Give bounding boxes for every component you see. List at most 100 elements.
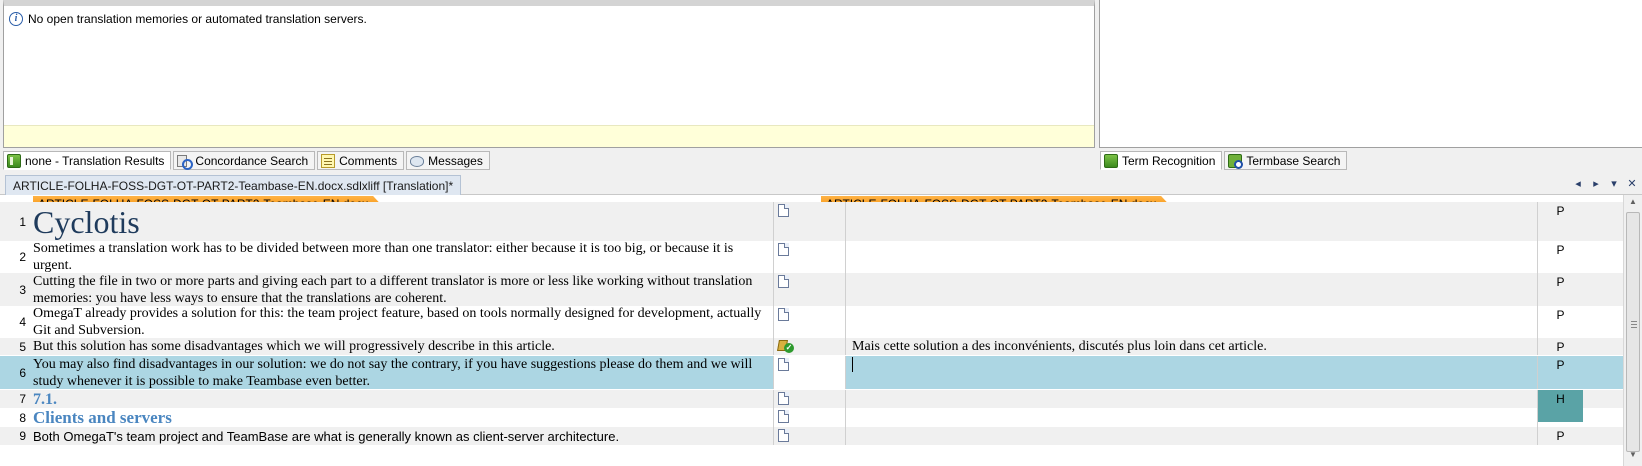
tab-term-recognition[interactable]: Term Recognition: [1100, 151, 1223, 170]
segment-number: 1: [19, 214, 26, 229]
draft-status-icon: [778, 410, 789, 423]
draft-status-icon: [778, 429, 789, 442]
translation-results-pane: i No open translation memories or automa…: [3, 0, 1095, 148]
status-cell[interactable]: [773, 390, 846, 408]
tab-termbase-search[interactable]: Termbase Search: [1224, 151, 1348, 170]
source-cell: Sometimes a translation work has to be d…: [30, 241, 773, 273]
draft-status-icon: [778, 358, 789, 371]
tab-label: Termbase Search: [1246, 153, 1341, 168]
source-cell: Clients and servers: [30, 408, 773, 427]
segment-row[interactable]: 1 Cyclotis P: [0, 202, 1623, 241]
status-cell[interactable]: [773, 273, 846, 306]
messages-icon: [410, 156, 425, 167]
segment-type: P: [1556, 275, 1565, 289]
segment-row-active[interactable]: 6 You may also find disadvantages in our…: [0, 356, 1623, 389]
segment-number: 8: [19, 410, 26, 425]
segment-number: 7: [19, 392, 26, 406]
document-list-button[interactable]: ▾: [1608, 177, 1620, 190]
editor-scrollbar[interactable]: ▲ ▼: [1623, 195, 1642, 466]
segment-number: 5: [19, 339, 26, 354]
comments-icon: [321, 153, 336, 168]
source-text: Cyclotis: [33, 203, 140, 240]
target-cell[interactable]: [846, 427, 1538, 445]
segment-number: 4: [19, 315, 26, 329]
segment-number: 9: [19, 429, 26, 443]
segment-row[interactable]: 2 Sometimes a translation work has to be…: [0, 241, 1623, 273]
segment-row[interactable]: 4 OmegaT already provides a solution for…: [0, 306, 1623, 338]
segment-type: P: [1556, 429, 1565, 443]
segment-type: P: [1556, 308, 1565, 322]
source-text: Clients and servers: [33, 408, 172, 427]
segment-type: [1538, 408, 1583, 427]
segment-row[interactable]: 3 Cutting the file in two or more parts …: [0, 273, 1623, 306]
target-cell[interactable]: [846, 241, 1538, 273]
source-text: You may also find disadvantages in our s…: [33, 356, 753, 389]
tab-comments[interactable]: Comments: [317, 151, 405, 170]
draft-status-icon: [778, 204, 789, 217]
tab-label: Concordance Search: [195, 153, 309, 168]
status-cell[interactable]: [773, 427, 846, 445]
target-cell[interactable]: [846, 390, 1538, 408]
segment-row[interactable]: 5 But this solution has some disadvantag…: [0, 338, 1623, 355]
document-tab-title: ARTICLE-FOLHA-FOSS-DGT-OT-PART2-Teambase…: [13, 178, 454, 193]
source-text: Cutting the file in two or more parts an…: [33, 273, 753, 306]
tab-concordance-search[interactable]: Concordance Search: [173, 151, 316, 170]
target-cell[interactable]: [846, 356, 1538, 389]
close-document-button[interactable]: ✕: [1626, 177, 1638, 190]
segment-type: P: [1556, 204, 1565, 218]
info-icon: i: [9, 12, 23, 26]
source-text: OmegaT already provides a solution for t…: [33, 306, 762, 338]
target-cell[interactable]: [846, 306, 1538, 338]
segment-row[interactable]: 8 Clients and servers: [0, 408, 1623, 427]
term-recognition-pane: [1099, 0, 1642, 148]
prev-document-button[interactable]: ◂: [1572, 177, 1584, 190]
source-text: 7.1.: [33, 390, 57, 408]
status-cell[interactable]: ✓: [773, 338, 846, 355]
source-text: Both OmegaT's team project and TeamBase …: [33, 428, 620, 444]
tab-label: none - Translation Results: [25, 153, 165, 168]
target-cell[interactable]: [846, 202, 1538, 241]
status-cell[interactable]: [773, 306, 846, 338]
results-tab-strip: none - Translation Results Concordance S…: [3, 151, 490, 171]
draft-status-icon: [778, 308, 789, 321]
editor-grid: ARTICLE-FOLHA-FOSS-DGT-OT-PART2-Teambase…: [0, 195, 1642, 466]
segment-row[interactable]: 7 7.1. H: [0, 390, 1623, 422]
source-cell: Cyclotis: [30, 202, 773, 241]
target-text[interactable]: Mais cette solution a des inconvénients,…: [852, 338, 1267, 355]
draft-status-icon: [778, 392, 789, 405]
tab-label: Comments: [339, 153, 398, 168]
status-cell[interactable]: [773, 202, 846, 241]
next-document-button[interactable]: ▸: [1590, 177, 1602, 190]
status-cell[interactable]: [773, 356, 846, 389]
tab-translation-results[interactable]: none - Translation Results: [3, 151, 172, 170]
source-cell: But this solution has some disadvantages…: [30, 338, 773, 355]
segment-number: 3: [19, 282, 26, 297]
trados-editor-window: i No open translation memories or automa…: [0, 0, 1642, 466]
segment-number: 6: [19, 365, 26, 380]
source-cell: You may also find disadvantages in our s…: [30, 356, 773, 389]
target-cell[interactable]: [846, 273, 1538, 306]
scroll-down-icon[interactable]: ▼: [1624, 450, 1642, 464]
segment-number: 2: [19, 250, 26, 264]
status-cell[interactable]: [773, 241, 846, 273]
text-cursor: [852, 357, 853, 372]
document-tab-bar: ARTICLE-FOLHA-FOSS-DGT-OT-PART2-Teambase…: [0, 175, 1642, 195]
tab-document[interactable]: ARTICLE-FOLHA-FOSS-DGT-OT-PART2-Teambase…: [5, 175, 462, 195]
source-cell: OmegaT already provides a solution for t…: [30, 306, 773, 338]
draft-status-icon: [778, 243, 789, 256]
segment-row[interactable]: 9 Both OmegaT's team project and TeamBas…: [0, 427, 1623, 445]
tm-message-text: No open translation memories or automate…: [28, 12, 367, 26]
scroll-up-icon[interactable]: ▲: [1624, 197, 1642, 211]
segment-type: P: [1556, 243, 1565, 257]
draft-status-icon: [778, 275, 789, 288]
translated-status-icon: ✓: [777, 340, 794, 353]
tab-messages[interactable]: Messages: [406, 151, 490, 170]
scrollbar-thumb[interactable]: [1626, 212, 1640, 452]
concordance-icon: [177, 154, 194, 170]
target-cell[interactable]: [846, 408, 1538, 427]
source-text: But this solution has some disadvantages…: [33, 339, 555, 354]
document-nav: ◂ ▸ ▾ ✕: [1572, 177, 1638, 190]
target-cell[interactable]: Mais cette solution a des inconvénients,…: [846, 338, 1538, 355]
tab-label: Term Recognition: [1122, 153, 1216, 168]
status-cell[interactable]: [773, 408, 846, 427]
